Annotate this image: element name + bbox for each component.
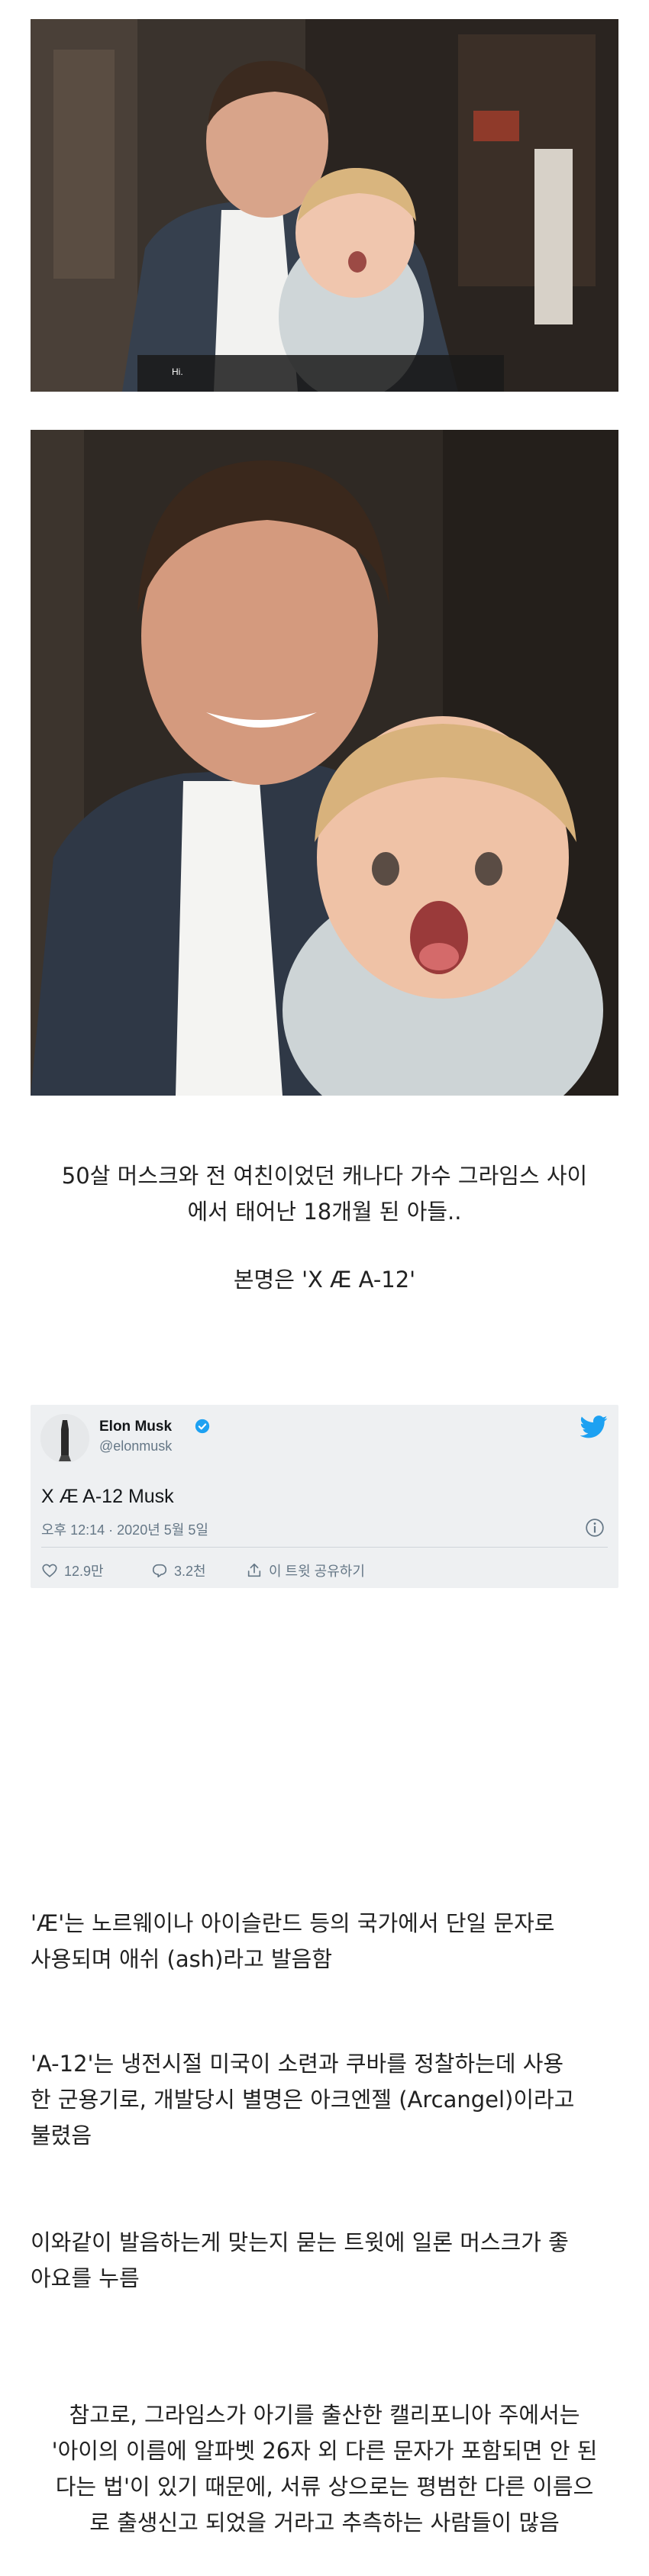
tweet-author-handle[interactable]: @elonmusk	[99, 1438, 172, 1454]
closeup-illustration	[31, 430, 618, 1096]
paragraph-a12-aircraft: 'A-12'는 냉전시절 미국이 소련과 쿠바를 정찰하는데 사용 한 군용기로…	[31, 2046, 618, 2154]
avatar-image	[40, 1414, 89, 1463]
paragraph-line: 이와같이 발음하는게 맞는지 묻는 트윗에 일론 머스크가 좋	[31, 2229, 569, 2255]
paragraph-ae-letter: 'Æ'는 노르웨이나 아이슬란드 등의 국가에서 단일 문자로 사용되며 애쉬 …	[31, 1906, 618, 1977]
caption-line-1: 50살 머스크와 전 여친이었던 캐나다 가수 그라임스 사이	[61, 1163, 588, 1189]
caption-description: 50살 머스크와 전 여친이었던 캐나다 가수 그라임스 사이 에서 태어난 1…	[31, 1158, 618, 1230]
paragraph-line: 불렸음	[31, 2122, 92, 2148]
share-label: 이 트윗 공유하기	[269, 1564, 365, 1579]
paragraph-line: 다는 법'이 있기 때문에, 서류 상으로는 평범한 다른 이름으	[55, 2474, 594, 2500]
reply-count: 3.2천	[174, 1564, 206, 1579]
closeup-photo	[31, 430, 618, 1096]
paragraph-line: 'Æ'는 노르웨이나 아이슬란드 등의 국가에서 단일 문자로	[31, 1910, 555, 1936]
tweet-divider	[41, 1547, 608, 1548]
tweet-timestamp[interactable]: 오후 12:14 · 2020년 5월 5일	[41, 1519, 208, 1539]
paragraph-line: 'A-12'는 냉전시절 미국이 소련과 쿠바를 정찰하는데 사용	[31, 2051, 564, 2077]
video-call-photo: Hi.	[31, 19, 618, 392]
like-button[interactable]: 12.9만	[41, 1561, 104, 1580]
verified-badge-icon	[195, 1419, 210, 1434]
share-button[interactable]: 이 트윗 공유하기	[246, 1561, 365, 1580]
paragraph-line: 사용되며 애쉬 (ash)라고 발음함	[31, 1946, 333, 1972]
share-icon	[247, 1563, 261, 1577]
embedded-tweet: Elon Musk @elonmusk X Æ A-12 Musk 오후 12:…	[31, 1405, 618, 1588]
paragraph-line: '아이의 이름에 알파벳 26자 외 다른 문자가 포함되면 안 된	[51, 2438, 598, 2464]
reply-icon	[152, 1564, 167, 1578]
video-subtitle: Hi.	[172, 366, 183, 377]
paragraph-line: 로 출생신고 되었을 거라고 추측하는 사람들이 많음	[89, 2510, 560, 2536]
tweet-author-name[interactable]: Elon Musk	[99, 1419, 172, 1435]
paragraph-california-law: 참고로, 그라임스가 아기를 출산한 캘리포니아 주에서는 '아이의 이름에 알…	[31, 2397, 618, 2541]
caption-line-2: 에서 태어난 18개월 된 아들..	[187, 1199, 462, 1225]
heart-icon	[42, 1564, 57, 1577]
like-count: 12.9만	[64, 1564, 104, 1579]
paragraph-line: 한 군용기로, 개발당시 별명은 아크엔젤 (Arcangel)이라고	[31, 2087, 575, 2113]
paragraph-line: 참고로, 그라임스가 아기를 출산한 캘리포니아 주에서는	[69, 2402, 580, 2428]
info-icon[interactable]	[585, 1518, 605, 1538]
video-call-illustration	[31, 19, 618, 392]
tweet-text: X Æ A-12 Musk	[41, 1486, 174, 1507]
paragraph-line: 아요를 누름	[31, 2265, 140, 2291]
avatar[interactable]	[40, 1414, 89, 1463]
caption-real-name: 본명은 'X Æ A-12'	[233, 1267, 416, 1293]
paragraph-like-tweet: 이와같이 발음하는게 맞는지 묻는 트윗에 일론 머스크가 좋 아요를 누름	[31, 2225, 618, 2297]
twitter-bird-icon[interactable]	[580, 1416, 608, 1438]
reply-button[interactable]: 3.2천	[151, 1561, 206, 1580]
